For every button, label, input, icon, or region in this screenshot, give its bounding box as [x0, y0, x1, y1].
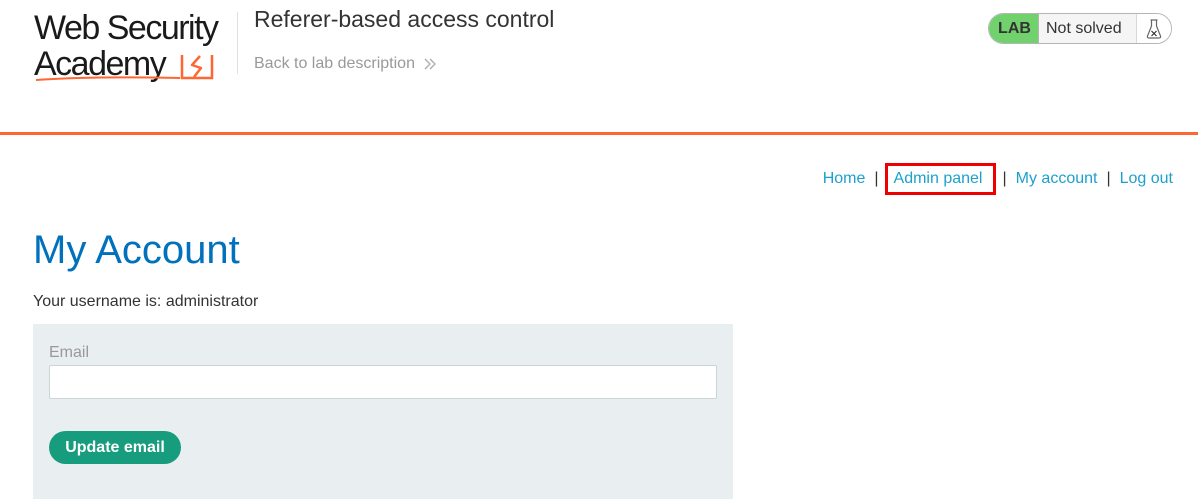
lab-title: Referer-based access control — [254, 6, 555, 32]
web-security-academy-logo[interactable]: Web Security Academy — [34, 10, 240, 84]
nav-separator: | — [1106, 170, 1111, 187]
lab-status-widget: LAB Not solved — [988, 13, 1172, 44]
lightning-bracket-icon — [35, 55, 214, 81]
lab-status-text: Not solved — [1039, 14, 1137, 43]
header-divider — [0, 132, 1198, 135]
nav-my-account-link[interactable]: My account — [1016, 170, 1098, 188]
site-header: Web Security Academy Referer-based acces… — [0, 0, 1198, 132]
update-email-form: Email Update email — [33, 324, 733, 499]
double-chevron-right-icon — [424, 58, 436, 70]
logo-divider — [237, 12, 238, 74]
top-navigation: Home | Admin panel | My account | Log ou… — [823, 163, 1173, 195]
back-to-lab-description-link[interactable]: Back to lab description — [254, 55, 437, 73]
update-email-button[interactable]: Update email — [49, 431, 181, 464]
page-title: My Account — [33, 228, 240, 272]
username-text: Your username is: administrator — [33, 293, 259, 310]
nav-home-link[interactable]: Home — [823, 170, 866, 188]
nav-admin-panel-link[interactable]: Admin panel — [884, 163, 997, 195]
flask-icon — [1137, 14, 1171, 43]
nav-separator: | — [1002, 170, 1007, 187]
nav-log-out-link[interactable]: Log out — [1120, 170, 1173, 188]
back-link-label: Back to lab description — [254, 55, 415, 72]
nav-separator: | — [874, 170, 879, 187]
email-label: Email — [49, 344, 90, 361]
lab-badge: LAB — [989, 14, 1039, 43]
email-field[interactable] — [49, 365, 717, 399]
